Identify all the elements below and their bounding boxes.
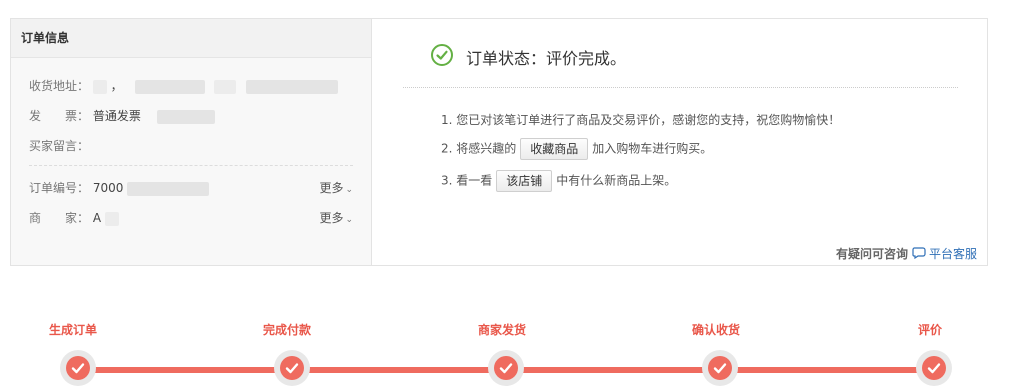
order-number-label: 订单编号： xyxy=(29,181,90,195)
order-status-text: 订单状态：评价完成。 xyxy=(466,49,627,68)
tip-1: 1. 您已对该笔订单进行了商品及交易评价，感谢您的支持，祝您购物愉快！ xyxy=(441,113,841,127)
order-info-title: 订单信息 xyxy=(11,19,371,58)
redacted-text xyxy=(134,79,205,94)
help-area: 有疑问可咨询 平台客服 xyxy=(836,245,977,262)
address-label: 收货地址： xyxy=(29,79,90,93)
step-check-icon xyxy=(60,350,96,386)
tip-3-after: 中有什么新商品上架。 xyxy=(556,173,677,188)
step-check-icon xyxy=(488,350,524,386)
address-value: ， xyxy=(110,79,123,93)
step-label-review: 评价 xyxy=(917,323,943,337)
redacted-text xyxy=(156,109,215,124)
chevron-down-icon: ⌄ xyxy=(345,215,353,225)
order-number-value: 7000 xyxy=(92,181,124,195)
more-label: 更多 xyxy=(319,181,344,195)
favorite-goods-button[interactable]: 收藏商品 xyxy=(520,138,589,160)
order-number-more-button[interactable]: 更多 ⌄ xyxy=(319,179,353,196)
tip-2-before: 2. 将感兴趣的 xyxy=(441,141,517,156)
message-label: 买家留言： xyxy=(29,139,90,153)
step-label-paid: 完成付款 xyxy=(262,323,312,337)
redacted-text xyxy=(127,181,210,196)
divider xyxy=(29,165,353,166)
step-label-shipped: 商家发货 xyxy=(477,323,527,337)
seller-label: 商 家： xyxy=(29,211,90,225)
address-row: 收货地址： ， xyxy=(29,77,339,94)
tip-2: 2. 将感兴趣的 收藏商品 加入购物车进行购买。 xyxy=(441,138,712,160)
platform-service-link[interactable]: 平台客服 xyxy=(929,247,977,261)
step-check-icon xyxy=(916,350,952,386)
redacted-text xyxy=(92,79,107,94)
step-check-icon xyxy=(274,350,310,386)
more-label: 更多 xyxy=(319,211,344,225)
redacted-text xyxy=(104,211,119,226)
help-question: 有疑问可咨询 xyxy=(835,247,908,261)
check-circle-icon xyxy=(431,44,453,66)
chevron-down-icon: ⌄ xyxy=(345,185,353,195)
invoice-label: 发 票： xyxy=(29,109,90,123)
seller-row: 商 家： A xyxy=(29,209,119,226)
invoice-row: 发 票： 普通发票 xyxy=(29,107,215,124)
divider xyxy=(403,87,958,88)
order-number-row: 订单编号： 7000 xyxy=(29,179,210,196)
order-info-section: 订单信息 收货地址： ， 发 票： 普通发票 买家留言： 订单编号： 7000 … xyxy=(11,19,372,265)
order-panel: 订单信息 收货地址： ， 发 票： 普通发票 买家留言： 订单编号： 7000 … xyxy=(10,18,988,266)
visit-store-button[interactable]: 该店铺 xyxy=(496,170,553,192)
tip-3-before: 3. 看一看 xyxy=(441,173,493,188)
tip-3: 3. 看一看 该店铺 中有什么新商品上架。 xyxy=(441,170,676,192)
chat-icon[interactable] xyxy=(912,247,926,262)
step-label-received: 确认收货 xyxy=(691,323,741,337)
order-progress: 生成订单 完成付款 商家发货 确认收货 评价 xyxy=(0,300,1026,386)
redacted-text xyxy=(246,79,339,94)
invoice-value: 普通发票 xyxy=(92,109,141,123)
message-row: 买家留言： xyxy=(29,137,89,154)
seller-more-button[interactable]: 更多 ⌄ xyxy=(319,209,353,226)
seller-value: A xyxy=(92,211,102,225)
tip-2-after: 加入购物车进行购买。 xyxy=(592,141,713,156)
redacted-text xyxy=(214,79,237,94)
step-check-icon xyxy=(702,350,738,386)
step-label-create-order: 生成订单 xyxy=(48,323,98,337)
